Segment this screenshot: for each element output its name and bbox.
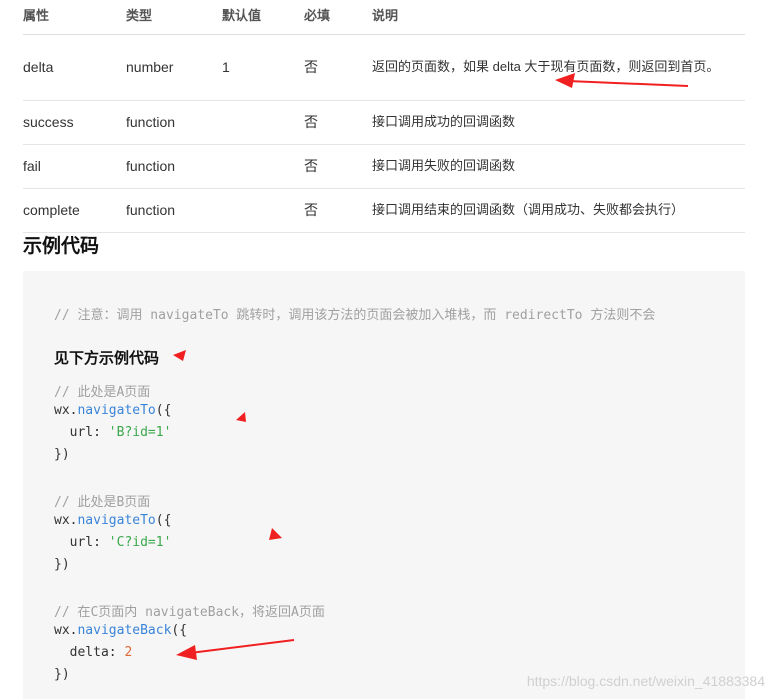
code-obj: wx. [54, 623, 78, 638]
code-fn-navigateto: navigateTo [77, 403, 156, 418]
code-comment-c: // 在C页面内 navigateBack，将返回A页面 [54, 605, 325, 620]
code-obj: wx. [54, 513, 78, 528]
code-fn-navigateback: navigateBack [77, 623, 172, 638]
code-line-navigate-b: wx.navigateTo({ [54, 513, 171, 528]
code-obj: wx. [54, 403, 78, 418]
table-row: fail function 否 接口调用失败的回调函数 [23, 144, 745, 189]
cell-desc: 返回的页面数，如果 delta 大于现有页面数，则返回到首页。 [372, 34, 745, 101]
cell-attr: fail [23, 144, 126, 189]
code-block: // 注意：调用 navigateTo 跳转时，调用该方法的页面会被加入堆栈，而… [23, 271, 745, 699]
cell-type: function [126, 100, 222, 145]
cell-default: 1 [222, 34, 304, 101]
cell-attr: complete [23, 188, 126, 233]
watermark: https://blog.csdn.net/weixin_41883384 [526, 673, 765, 689]
code-key: delta: [54, 645, 125, 660]
code-comment-note: // 注意：调用 navigateTo 跳转时，调用该方法的页面会被加入堆栈，而… [54, 308, 656, 323]
cell-type: function [126, 144, 222, 189]
code-inline-heading: 见下方示例代码 [54, 349, 160, 367]
code-line-url-a: url: 'B?id=1' [54, 425, 172, 440]
cell-desc: 接口调用成功的回调函数 [372, 100, 745, 145]
code-string: 'B?id=1' [108, 425, 172, 440]
code-close: }) [54, 447, 70, 462]
cell-attr: success [23, 100, 126, 145]
cell-default [222, 100, 304, 145]
code-close: }) [54, 557, 70, 572]
cell-required: 否 [304, 34, 372, 101]
code-fn-navigateto: navigateTo [77, 513, 156, 528]
table-row: delta number 1 否 返回的页面数，如果 delta 大于现有页面数… [23, 34, 745, 101]
code-close: }) [54, 667, 70, 682]
cell-default [222, 144, 304, 189]
code-line-navigate-a: wx.navigateTo({ [54, 403, 171, 418]
cell-type: number [126, 34, 222, 101]
code-key: url: [54, 535, 109, 550]
code-number: 2 [124, 645, 133, 660]
cell-attr: delta [23, 34, 126, 101]
code-line-navigate-back: wx.navigateBack({ [54, 623, 187, 638]
code-comment-a: // 此处是A页面 [54, 385, 151, 400]
table-row: success function 否 接口调用成功的回调函数 [23, 100, 745, 145]
cell-required: 否 [304, 144, 372, 189]
cell-required: 否 [304, 188, 372, 233]
code-open: ({ [155, 403, 172, 418]
section-title: 示例代码 [23, 236, 100, 257]
code-key: url: [54, 425, 109, 440]
cell-default [222, 188, 304, 233]
header-required: 必填 [304, 0, 372, 35]
cell-required: 否 [304, 100, 372, 145]
cell-desc: 接口调用失败的回调函数 [372, 144, 745, 189]
params-table: 属性 类型 默认值 必填 说明 delta number 1 否 返回的页面数，… [23, 0, 745, 233]
cell-desc: 接口调用结束的回调函数（调用成功、失败都会执行） [372, 188, 745, 233]
header-type: 类型 [126, 0, 222, 35]
table-row: complete function 否 接口调用结束的回调函数（调用成功、失败都… [23, 188, 745, 233]
code-open: ({ [155, 513, 172, 528]
cell-type: function [126, 188, 222, 233]
header-default: 默认值 [222, 0, 304, 35]
code-string: 'C?id=1' [108, 535, 172, 550]
code-line-url-b: url: 'C?id=1' [54, 535, 172, 550]
code-comment-b: // 此处是B页面 [54, 495, 151, 510]
code-line-delta: delta: 2 [54, 645, 133, 660]
code-open: ({ [171, 623, 188, 638]
header-attr: 属性 [23, 0, 126, 35]
header-desc: 说明 [372, 0, 745, 35]
table-header-row: 属性 类型 默认值 必填 说明 [23, 0, 745, 35]
